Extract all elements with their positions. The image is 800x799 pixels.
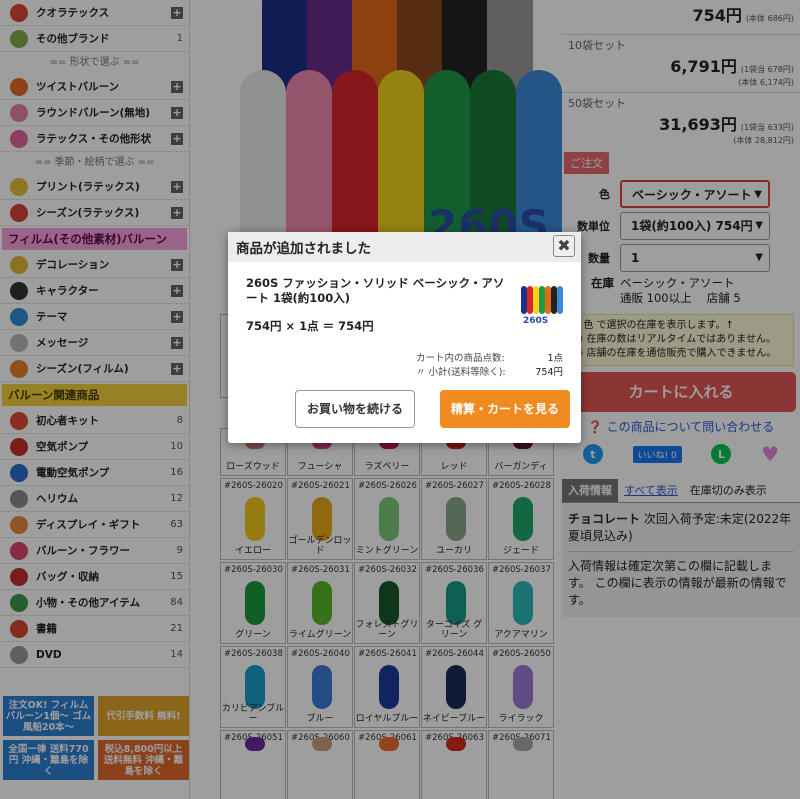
thumbnail-balloon: [527, 286, 533, 314]
checkout-button[interactable]: 精算・カートを見る: [440, 390, 570, 428]
thumbnail-balloon: [551, 286, 557, 314]
thumbnail-balloon: [521, 286, 527, 314]
continue-shopping-button[interactable]: お買い物を続ける: [295, 390, 415, 428]
thumbnail-tag: 260S: [523, 316, 549, 326]
thumbnail-balloon: [539, 286, 545, 314]
product-thumbnail: 260S: [517, 282, 563, 328]
thumbnail-balloon: [557, 286, 563, 314]
added-product-price: 754円 × 1点 ＝ 754円: [246, 319, 374, 333]
thumbnail-balloon: [533, 286, 539, 314]
cart-count-value: 1点: [547, 353, 563, 364]
added-product-name: 260S ファッション・ソリッド ベーシック・アソート 1袋(約100入): [246, 276, 505, 305]
cart-subtotal-value: 754円: [535, 367, 563, 378]
cart-added-dialog: 商品が追加されました ✖ 260S ファッション・ソリッド ベーシック・アソート…: [228, 232, 581, 443]
cart-subtotal-label: 〃 小計(送料等除く):: [416, 367, 506, 378]
close-icon[interactable]: ✖: [553, 235, 575, 257]
cart-summary: カート内の商品点数: 1点 〃 小計(送料等除く): 754円: [416, 352, 563, 380]
cart-count-label: カート内の商品点数:: [416, 353, 505, 364]
dialog-title: 商品が追加されました: [236, 241, 371, 257]
thumbnail-balloon: [545, 286, 551, 314]
